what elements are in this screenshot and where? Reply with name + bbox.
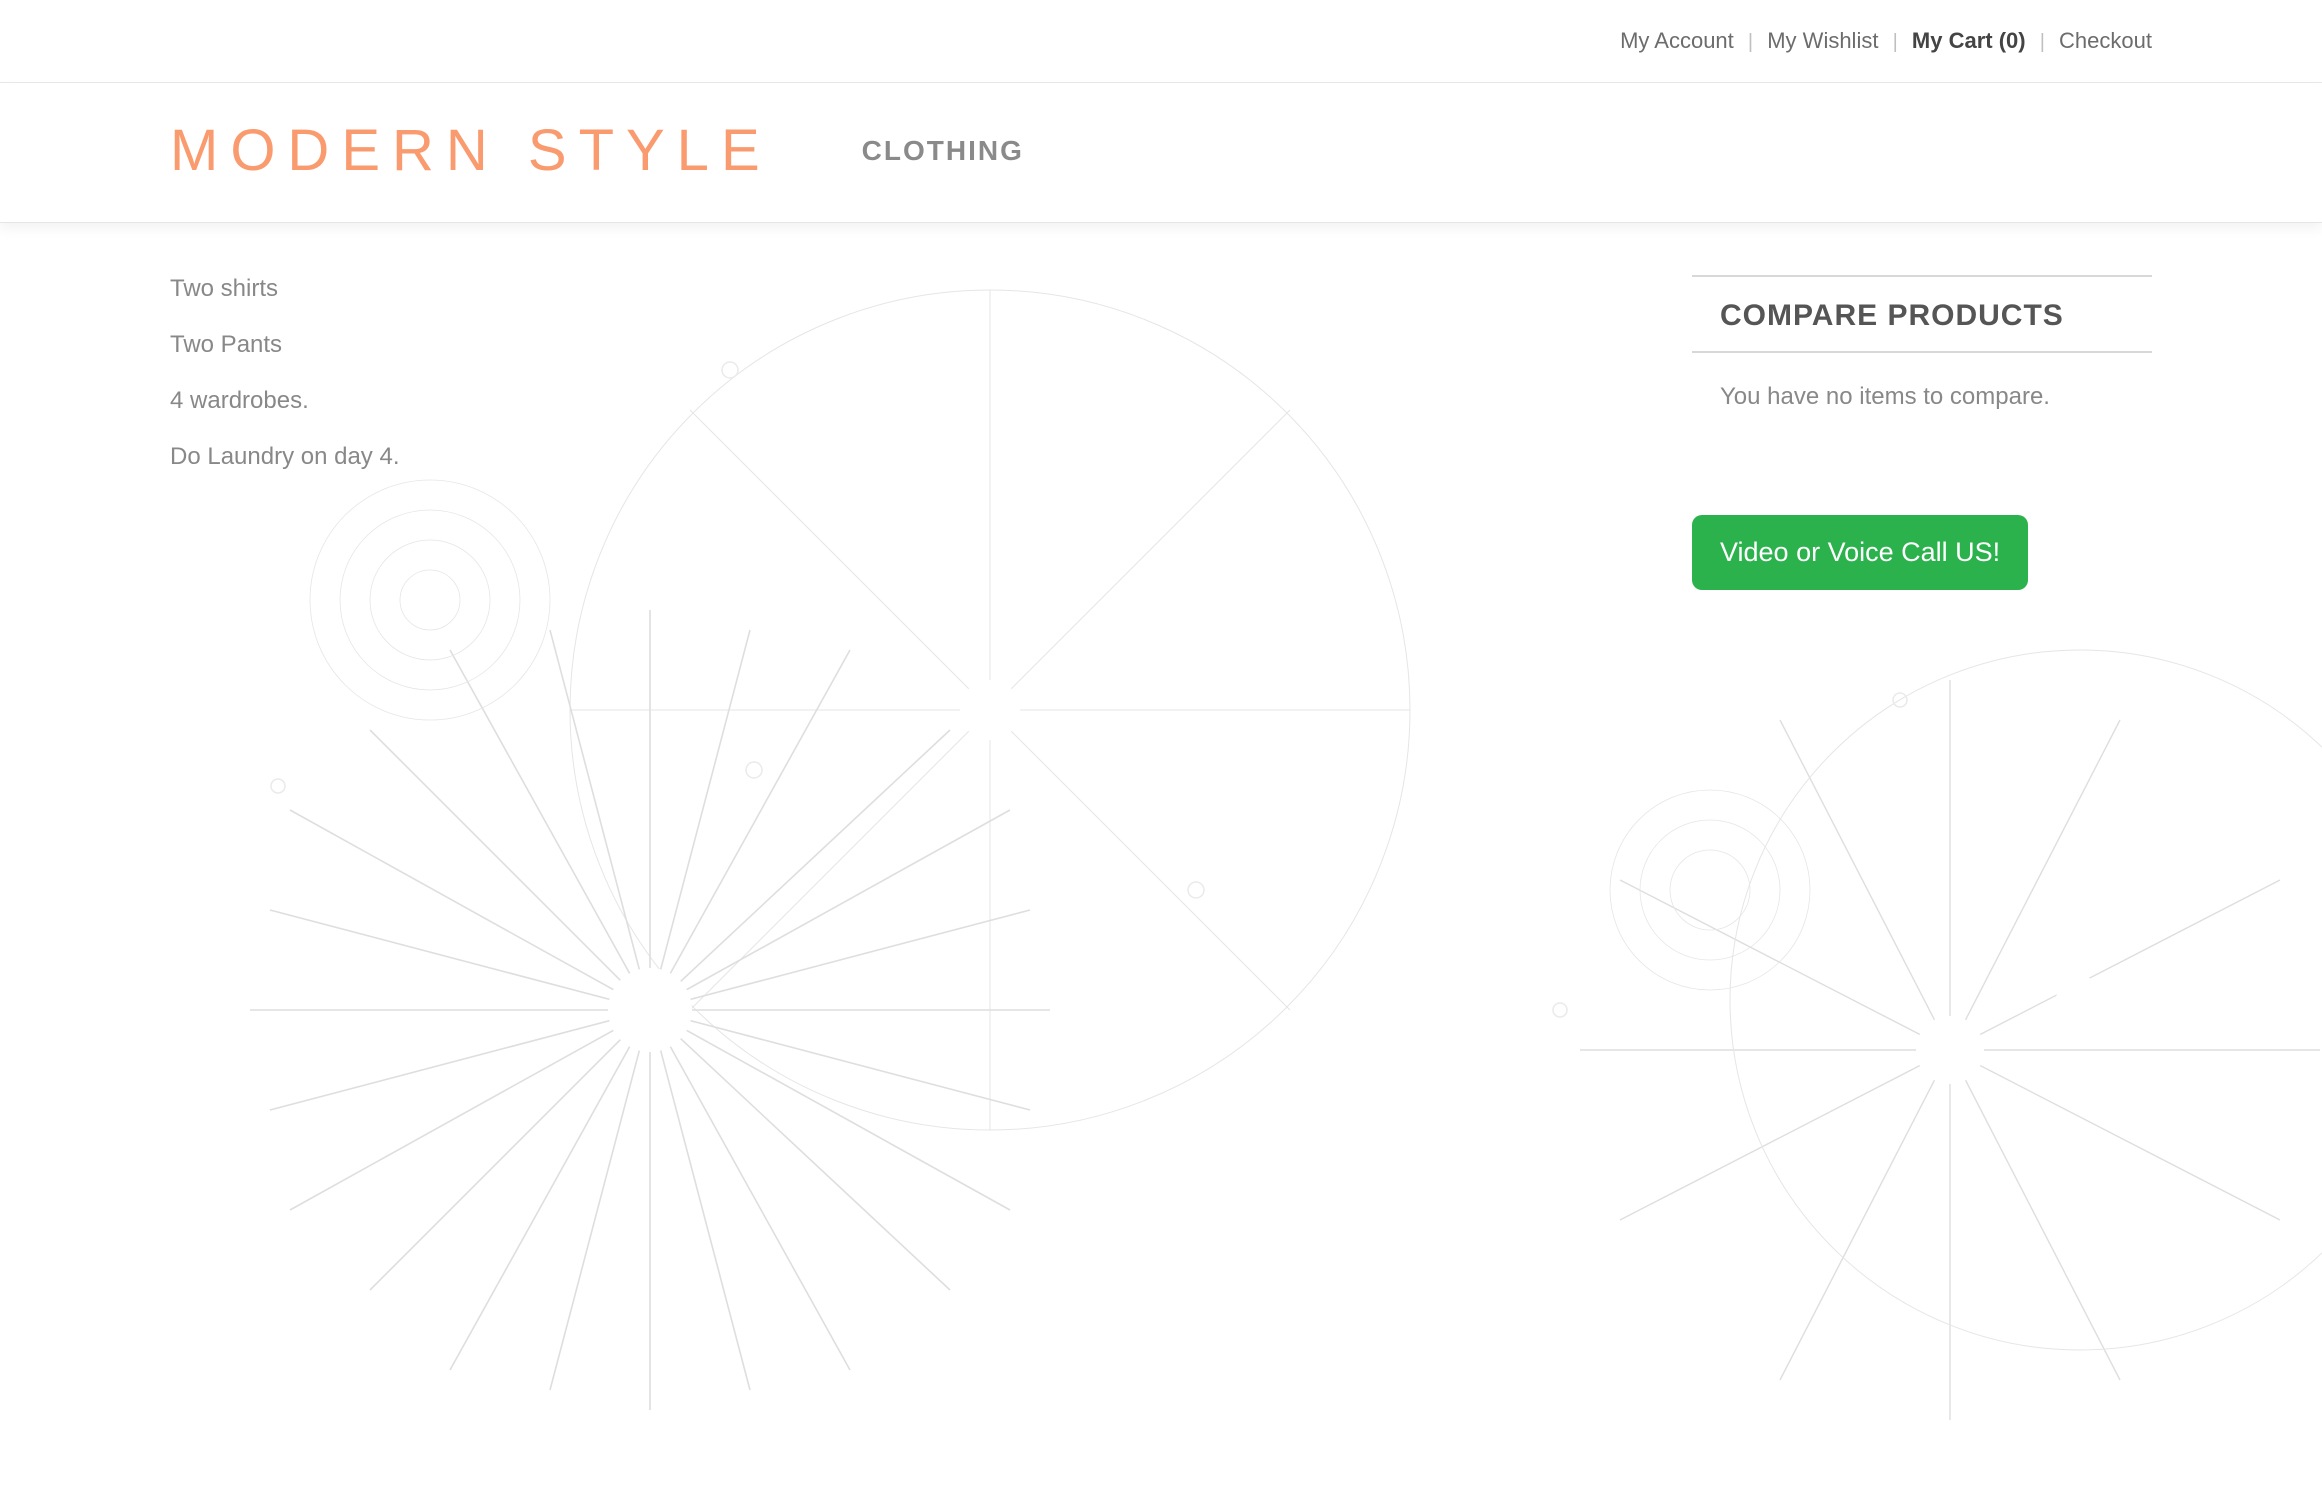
separator: |: [1748, 31, 1753, 53]
my-cart-link[interactable]: My Cart (0): [1912, 28, 2026, 53]
content-body: Two shirts Two Pants 4 wardrobes. Do Lau…: [170, 275, 1070, 590]
header: MODERN STYLE CLOTHING: [0, 83, 2322, 223]
site-logo[interactable]: MODERN STYLE: [170, 117, 772, 184]
content-line: Two Pants: [170, 331, 1070, 359]
my-account-link[interactable]: My Account: [1620, 28, 1734, 53]
sidebar: COMPARE PRODUCTS You have no items to co…: [1692, 275, 2152, 590]
video-voice-call-button[interactable]: Video or Voice Call US!: [1692, 515, 2028, 590]
compare-products-title: COMPARE PRODUCTS: [1692, 277, 2152, 353]
compare-products-box: COMPARE PRODUCTS You have no items to co…: [1692, 275, 2152, 415]
checkout-link[interactable]: Checkout: [2059, 28, 2152, 53]
content-line: 4 wardrobes.: [170, 387, 1070, 415]
separator: |: [1893, 31, 1898, 53]
main-content: Two shirts Two Pants 4 wardrobes. Do Lau…: [0, 223, 2322, 590]
separator: |: [2040, 31, 2045, 53]
compare-products-empty-text: You have no items to compare.: [1692, 353, 2152, 415]
content-line: Do Laundry on day 4.: [170, 443, 1070, 471]
content-line: Two shirts: [170, 275, 1070, 303]
my-wishlist-link[interactable]: My Wishlist: [1767, 28, 1878, 53]
top-utility-bar: My Account | My Wishlist | My Cart (0) |…: [0, 0, 2322, 83]
nav-clothing[interactable]: CLOTHING: [862, 135, 1024, 167]
